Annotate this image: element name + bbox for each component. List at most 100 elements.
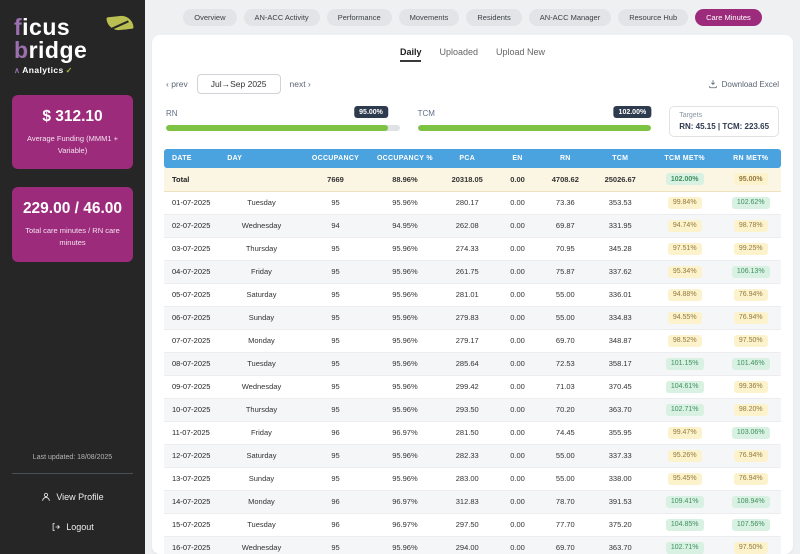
cell-tcm: 25026.67 xyxy=(592,168,649,191)
cell-pca: 20318.05 xyxy=(439,168,496,191)
cell-occupancy-pct: 95.96% xyxy=(371,260,438,283)
rn-met-badge: 76.94% xyxy=(734,450,768,462)
cell-day: Friday xyxy=(223,421,300,444)
nav-pill-resource-hub[interactable]: Resource Hub xyxy=(618,9,688,26)
cell-tcm-met: 109.41% xyxy=(649,490,721,513)
cell-date: 16-07-2025 xyxy=(164,536,223,554)
cell-rn-met: 99.36% xyxy=(720,375,781,398)
period-label[interactable]: Jul→Sep 2025 xyxy=(197,74,281,94)
rn-progress: RN 95.00% xyxy=(166,106,400,131)
column-header-occupancy: OCCUPANCY % xyxy=(371,149,438,168)
cell-tcm: 358.17 xyxy=(592,352,649,375)
table-row: 08-07-2025Tuesday9595.96%285.640.0072.53… xyxy=(164,352,781,375)
nav-pill-an-acc-manager[interactable]: AN-ACC Manager xyxy=(529,9,611,26)
cell-pca: 280.17 xyxy=(439,191,496,214)
tcm-met-badge: 95.34% xyxy=(668,266,702,278)
cell-rn: 55.00 xyxy=(539,444,591,467)
cell-en: 0.00 xyxy=(496,444,539,467)
rn-met-badge: 106.13% xyxy=(732,266,770,278)
cell-en: 0.00 xyxy=(496,513,539,536)
cell-pca: 279.83 xyxy=(439,306,496,329)
cell-day: Sunday xyxy=(223,467,300,490)
cell-day: Wednesday xyxy=(223,375,300,398)
cell-occupancy: 95 xyxy=(300,329,372,352)
app-logo: ficus bridge Analytics xyxy=(0,0,145,79)
cell-occupancy: 95 xyxy=(300,191,372,214)
tcm-met-badge: 94.55% xyxy=(668,312,702,324)
cell-en: 0.00 xyxy=(496,352,539,375)
table-row: 06-07-2025Sunday9595.96%279.830.0055.003… xyxy=(164,306,781,329)
cell-rn: 4708.62 xyxy=(539,168,591,191)
cell-rn: 78.70 xyxy=(539,490,591,513)
cell-day: Saturday xyxy=(223,283,300,306)
cell-pca: 312.83 xyxy=(439,490,496,513)
tab-upload-new[interactable]: Upload New xyxy=(496,47,545,62)
care-minutes-label: Total care minutes / RN care minutes xyxy=(20,225,125,248)
table-row: 14-07-2025Monday9696.97%312.830.0078.703… xyxy=(164,490,781,513)
cell-rn: 69.70 xyxy=(539,329,591,352)
table-row: 15-07-2025Tuesday9696.97%297.500.0077.70… xyxy=(164,513,781,536)
nav-pill-residents[interactable]: Residents xyxy=(466,9,521,26)
nav-pill-overview[interactable]: Overview xyxy=(183,9,236,26)
cell-day: Sunday xyxy=(223,306,300,329)
column-header-rn: RN xyxy=(539,149,591,168)
cell-date: 01-07-2025 xyxy=(164,191,223,214)
care-minutes-stat-card: 229.00 / 46.00 Total care minutes / RN c… xyxy=(12,187,133,261)
cell-tcm: 334.83 xyxy=(592,306,649,329)
cell-occupancy-pct: 88.96% xyxy=(371,168,438,191)
tcm-met-badge: 102.71% xyxy=(666,542,704,554)
column-header-en: EN xyxy=(496,149,539,168)
cell-tcm: 331.95 xyxy=(592,214,649,237)
cell-day: Monday xyxy=(223,329,300,352)
cell-tcm-met: 102.00% xyxy=(649,168,721,191)
cell-pca: 261.75 xyxy=(439,260,496,283)
cell-rn-met: 98.78% xyxy=(720,214,781,237)
funding-label: Average Funding (MMM1 + Variable) xyxy=(20,133,125,156)
download-excel-button[interactable]: Download Excel xyxy=(708,79,779,89)
table-row: 02-07-2025Wednesday9494.95%262.080.0069.… xyxy=(164,214,781,237)
tab-bar: Daily Uploaded Upload New xyxy=(164,41,781,71)
next-period-button[interactable]: next › xyxy=(290,79,311,89)
view-profile-button[interactable]: View Profile xyxy=(0,482,145,512)
prev-period-button[interactable]: ‹ prev xyxy=(166,79,188,89)
column-header-pca: PCA xyxy=(439,149,496,168)
cell-occupancy: 95 xyxy=(300,283,372,306)
logout-button[interactable]: Logout xyxy=(0,512,145,542)
user-icon xyxy=(41,492,51,502)
cell-rn: 55.00 xyxy=(539,306,591,329)
cell-rn-met: 98.20% xyxy=(720,398,781,421)
tcm-met-badge: 104.85% xyxy=(666,519,704,531)
cell-tcm: 363.70 xyxy=(592,536,649,554)
table-row: 05-07-2025Saturday9595.96%281.010.0055.0… xyxy=(164,283,781,306)
cell-occupancy-pct: 95.96% xyxy=(371,191,438,214)
cell-tcm-met: 95.45% xyxy=(649,467,721,490)
cell-occupancy-pct: 95.96% xyxy=(371,536,438,554)
tcm-met-badge: 102.00% xyxy=(666,173,704,185)
table-row: 16-07-2025Wednesday9595.96%294.000.0069.… xyxy=(164,536,781,554)
cell-en: 0.00 xyxy=(496,283,539,306)
tab-daily[interactable]: Daily xyxy=(400,47,422,62)
cell-tcm-met: 99.84% xyxy=(649,191,721,214)
cell-en: 0.00 xyxy=(496,168,539,191)
nav-pill-care-minutes[interactable]: Care Minutes xyxy=(695,9,762,26)
cell-date: 10-07-2025 xyxy=(164,398,223,421)
tcm-progress-label: TCM xyxy=(418,109,435,118)
tab-uploaded[interactable]: Uploaded xyxy=(439,47,478,62)
cell-rn-met: 95.00% xyxy=(720,168,781,191)
cell-rn-met: 102.62% xyxy=(720,191,781,214)
cell-day: Saturday xyxy=(223,444,300,467)
cell-day: Friday xyxy=(223,260,300,283)
cell-date: 14-07-2025 xyxy=(164,490,223,513)
funding-value: $ 312.10 xyxy=(20,108,125,126)
cell-rn: 75.87 xyxy=(539,260,591,283)
nav-pill-performance[interactable]: Performance xyxy=(327,9,392,26)
nav-pill-movements[interactable]: Movements xyxy=(399,9,460,26)
cell-occupancy-pct: 95.96% xyxy=(371,398,438,421)
cell-date: 04-07-2025 xyxy=(164,260,223,283)
funding-stat-card: $ 312.10 Average Funding (MMM1 + Variabl… xyxy=(12,95,133,169)
cell-occupancy: 96 xyxy=(300,513,372,536)
tcm-met-badge: 97.51% xyxy=(668,243,702,255)
nav-pill-an-acc-activity[interactable]: AN-ACC Activity xyxy=(244,9,320,26)
table-header-row: DATEDAYOCCUPANCYOCCUPANCY %PCAENRNTCMTCM… xyxy=(164,149,781,168)
cell-tcm: 391.53 xyxy=(592,490,649,513)
